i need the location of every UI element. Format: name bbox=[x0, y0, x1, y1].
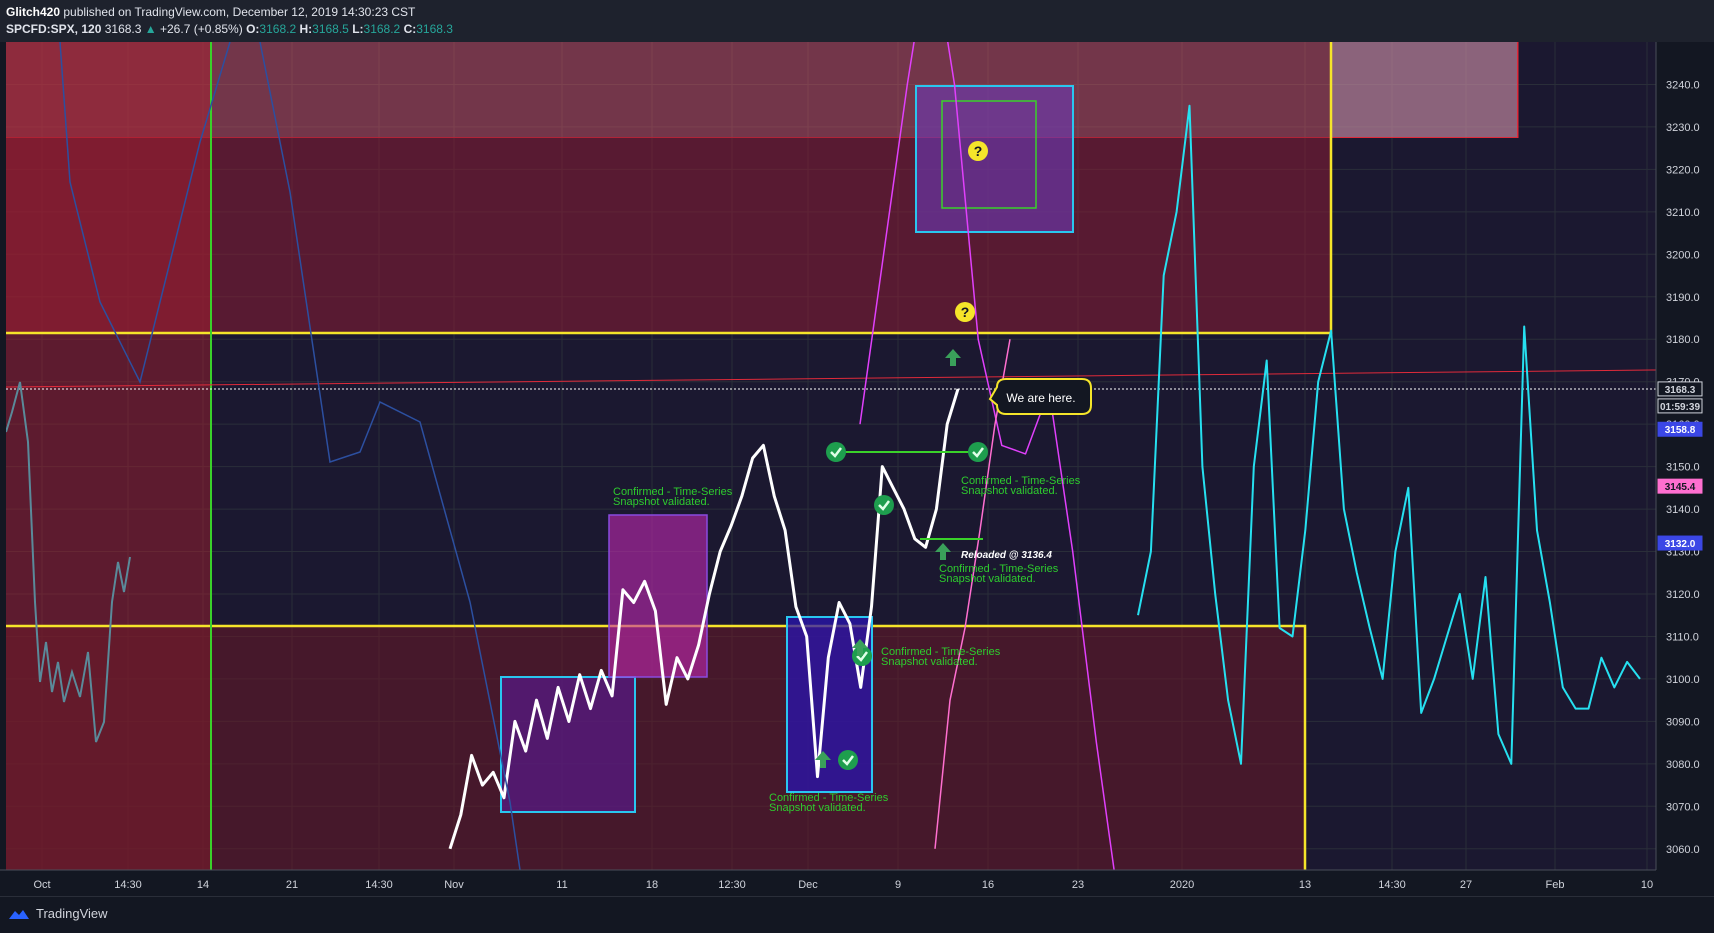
up-arrow-icon: ▲ bbox=[144, 22, 157, 36]
x-tick-label: 2020 bbox=[1170, 879, 1194, 891]
y-tick-label: 3220.0 bbox=[1666, 164, 1700, 176]
last-price: 3168.3 bbox=[104, 22, 142, 36]
y-tick-label: 3200.0 bbox=[1666, 249, 1700, 261]
price-chart[interactable]: We are here. Reloaded @ 3136.4 Confirmed… bbox=[0, 42, 1714, 896]
svg-text:3132.0: 3132.0 bbox=[1665, 539, 1696, 550]
x-tick-label: 14:30 bbox=[365, 879, 393, 891]
x-tick-label: 11 bbox=[556, 879, 567, 891]
y-tick-label: 3180.0 bbox=[1666, 334, 1700, 346]
svg-text:3145.4: 3145.4 bbox=[1665, 482, 1696, 493]
high-value: 3168.5 bbox=[312, 22, 349, 36]
svg-text:3158.8: 3158.8 bbox=[1665, 425, 1696, 436]
tradingview-logo-icon bbox=[9, 909, 29, 919]
check-icon[interactable] bbox=[826, 442, 846, 462]
x-tick-label: 13 bbox=[1299, 879, 1311, 891]
x-tick-label: Nov bbox=[444, 879, 464, 891]
close-value: 3168.3 bbox=[416, 22, 453, 36]
target-box-outer[interactable] bbox=[915, 85, 1074, 233]
check-icon[interactable] bbox=[968, 442, 988, 462]
x-tick-label: 10 bbox=[1641, 879, 1653, 891]
svg-text:01:59:39: 01:59:39 bbox=[1660, 402, 1700, 413]
confirm-sub-3: Snapshot validated. bbox=[939, 573, 1036, 585]
price-tag: 3168.3 bbox=[1657, 381, 1703, 397]
low-label: L: bbox=[352, 22, 364, 36]
check-icon[interactable] bbox=[874, 495, 894, 515]
brand-text: TradingView bbox=[36, 906, 108, 921]
pattern-box-1[interactable] bbox=[500, 676, 636, 813]
y-tick-label: 3090.0 bbox=[1666, 716, 1700, 728]
high-label: H: bbox=[299, 22, 313, 36]
y-tick-label: 3080.0 bbox=[1666, 759, 1700, 771]
svg-text:3168.3: 3168.3 bbox=[1665, 385, 1696, 396]
x-tick-label: Dec bbox=[798, 879, 818, 891]
y-tick-label: 3140.0 bbox=[1666, 504, 1700, 516]
y-tick-label: 3110.0 bbox=[1666, 631, 1699, 643]
confirm-sub-4: Snapshot validated. bbox=[881, 656, 978, 668]
y-tick-label: 3230.0 bbox=[1666, 122, 1700, 134]
x-tick-label: Feb bbox=[1546, 879, 1565, 891]
open-label: O: bbox=[246, 22, 260, 36]
y-tick-label: 3100.0 bbox=[1666, 674, 1700, 686]
symbol-label[interactable]: SPCFD:SPX, 120 bbox=[6, 22, 101, 36]
x-tick-label: 16 bbox=[982, 879, 994, 891]
y-tick-label: 3120.0 bbox=[1666, 589, 1700, 601]
y-tick-label: 3240.0 bbox=[1666, 79, 1700, 91]
confirm-sub-1: Snapshot validated. bbox=[613, 496, 710, 508]
tradingview-logo[interactable]: TradingView bbox=[8, 906, 108, 921]
low-value: 3168.2 bbox=[363, 22, 401, 36]
x-tick-label: 23 bbox=[1072, 879, 1084, 891]
y-tick-label: 3210.0 bbox=[1666, 207, 1700, 219]
x-tick-label: Oct bbox=[33, 879, 50, 891]
x-tick-label: 21 bbox=[286, 879, 298, 891]
y-tick-label: 3060.0 bbox=[1666, 844, 1700, 856]
price-tag: 01:59:39 bbox=[1657, 398, 1703, 414]
top-grey-zone[interactable] bbox=[1330, 42, 1518, 137]
x-tick-label: 18 bbox=[646, 879, 658, 891]
reloaded-label: Reloaded @ 3136.4 bbox=[961, 550, 1052, 561]
author-name[interactable]: Glitch420 bbox=[6, 5, 60, 19]
price-tag: 3158.8 bbox=[1657, 421, 1703, 437]
question-icon[interactable]: ? bbox=[968, 141, 988, 161]
x-tick-label: 27 bbox=[1460, 879, 1472, 891]
question-icon[interactable]: ? bbox=[955, 302, 975, 322]
x-tick-label: 14:30 bbox=[1378, 879, 1406, 891]
confirm-sub-2: Snapshot validated. bbox=[961, 485, 1058, 497]
top-pink-zone[interactable] bbox=[6, 42, 1518, 137]
svg-text:?: ? bbox=[974, 143, 983, 159]
published-text: published on TradingView.com, December 1… bbox=[63, 5, 416, 19]
y-tick-label: 3150.0 bbox=[1666, 462, 1700, 474]
price-tag: 3132.0 bbox=[1657, 535, 1703, 551]
y-tick-label: 3190.0 bbox=[1666, 292, 1700, 304]
close-label: C: bbox=[403, 22, 417, 36]
price-tag: 3145.4 bbox=[1657, 478, 1703, 494]
price-change: +26.7 (+0.85%) bbox=[160, 22, 243, 36]
confirm-sub-5: Snapshot validated. bbox=[769, 802, 866, 814]
publish-info: Glitch420 published on TradingView.com, … bbox=[6, 5, 415, 19]
ohlc-bar: SPCFD:SPX, 120 3168.3 ▲ +26.7 (+0.85%) O… bbox=[6, 22, 453, 36]
x-tick-label: 9 bbox=[895, 879, 901, 891]
y-tick-label: 3070.0 bbox=[1666, 801, 1700, 813]
open-value: 3168.2 bbox=[259, 22, 297, 36]
time-scale[interactable] bbox=[0, 870, 1714, 896]
x-tick-label: 12:30 bbox=[718, 879, 746, 891]
callout-text: We are here. bbox=[1006, 391, 1075, 405]
x-tick-label: 14 bbox=[197, 879, 209, 891]
red-zone-right-border bbox=[1517, 42, 1519, 138]
footer: TradingView bbox=[0, 896, 1714, 933]
chart-header: Glitch420 published on TradingView.com, … bbox=[0, 0, 1714, 42]
x-tick-label: 14:30 bbox=[114, 879, 142, 891]
check-icon[interactable] bbox=[838, 750, 858, 770]
svg-text:?: ? bbox=[961, 304, 970, 320]
